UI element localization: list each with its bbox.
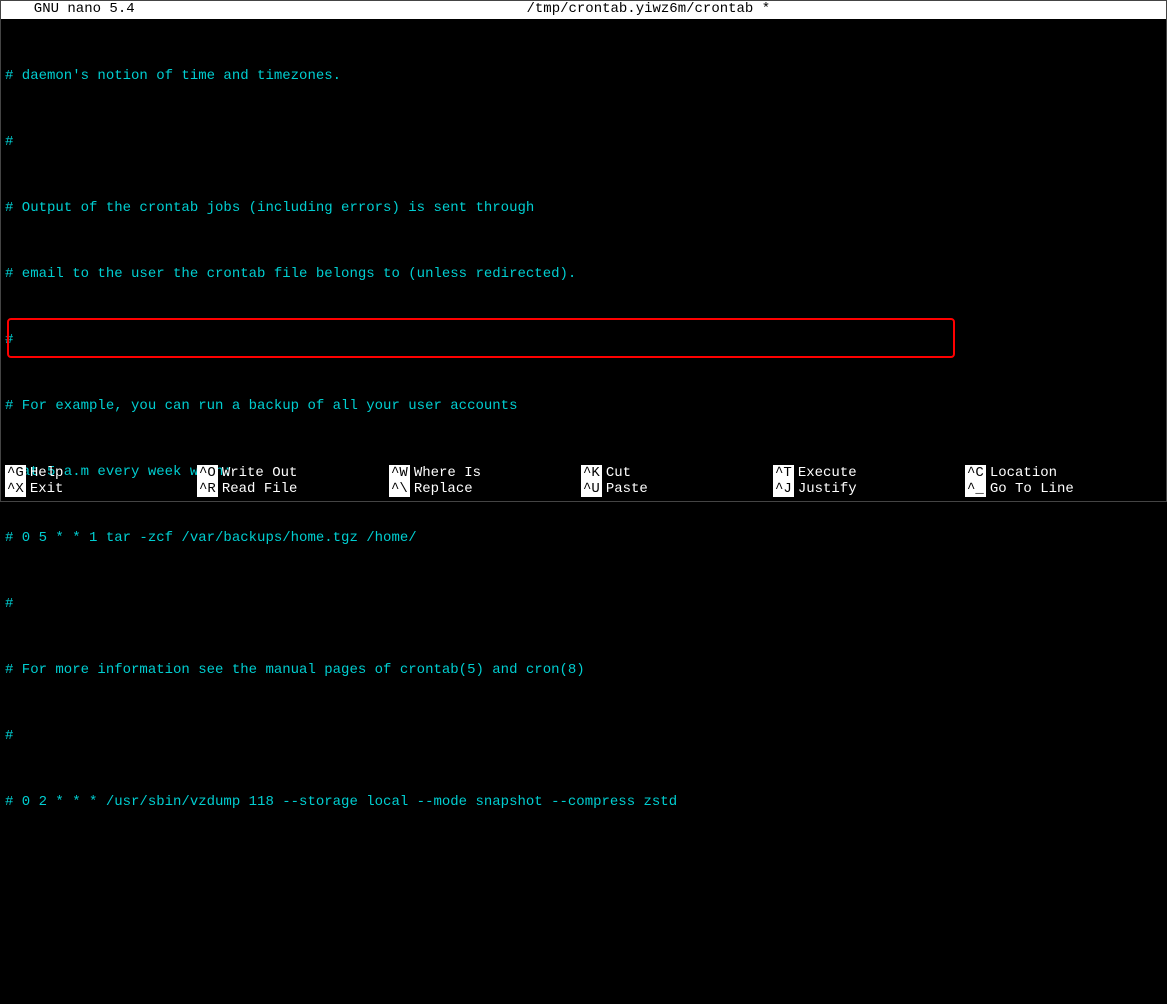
- shortcut-justify[interactable]: ^J Justify: [773, 481, 965, 497]
- key-label: ^J: [773, 481, 794, 497]
- action-label: Go To Line: [990, 481, 1074, 497]
- shortcut-readfile[interactable]: ^R Read File: [197, 481, 389, 497]
- text-line: [5, 923, 1162, 945]
- action-label: Help: [30, 465, 64, 481]
- key-label: ^C: [965, 465, 986, 481]
- text-line: #: [5, 329, 1162, 351]
- text-line: # email to the user the crontab file bel…: [5, 263, 1162, 285]
- action-label: Location: [990, 465, 1057, 481]
- shortcut-row-1: ^G Help ^O Write Out ^W Where Is ^K Cut …: [5, 465, 1162, 481]
- editor-content[interactable]: # daemon's notion of time and timezones.…: [1, 19, 1166, 1004]
- action-label: Write Out: [222, 465, 298, 481]
- action-label: Read File: [222, 481, 298, 497]
- text-line: #: [5, 593, 1162, 615]
- shortcut-execute[interactable]: ^T Execute: [773, 465, 965, 481]
- text-line: # daemon's notion of time and timezones.: [5, 65, 1162, 87]
- key-label: ^_: [965, 481, 986, 497]
- text-line: #: [5, 131, 1162, 153]
- key-label: ^K: [581, 465, 602, 481]
- shortcut-row-2: ^X Exit ^R Read File ^\ Replace ^U Paste…: [5, 481, 1162, 497]
- key-label: ^\: [389, 481, 410, 497]
- action-label: Justify: [798, 481, 857, 497]
- shortcut-writeout[interactable]: ^O Write Out: [197, 465, 389, 481]
- text-line: # For example, you can run a backup of a…: [5, 395, 1162, 417]
- key-label: ^O: [197, 465, 218, 481]
- text-line: # Output of the crontab jobs (including …: [5, 197, 1162, 219]
- text-line: # 0 5 * * 1 tar -zcf /var/backups/home.t…: [5, 527, 1162, 549]
- app-name: GNU nano 5.4: [5, 1, 135, 19]
- file-path: /tmp/crontab.yiwz6m/crontab *: [135, 1, 1162, 19]
- shortcut-cut[interactable]: ^K Cut: [581, 465, 773, 481]
- key-label: ^W: [389, 465, 410, 481]
- text-line: [5, 857, 1162, 879]
- text-line: # 0 2 * * * /usr/sbin/vzdump 118 --stora…: [5, 791, 1162, 813]
- key-label: ^X: [5, 481, 26, 497]
- shortcut-bar: ^G Help ^O Write Out ^W Where Is ^K Cut …: [1, 465, 1166, 497]
- action-label: Paste: [606, 481, 648, 497]
- key-label: ^G: [5, 465, 26, 481]
- key-label: ^T: [773, 465, 794, 481]
- shortcut-paste[interactable]: ^U Paste: [581, 481, 773, 497]
- text-line: #: [5, 725, 1162, 747]
- key-label: ^U: [581, 481, 602, 497]
- shortcut-replace[interactable]: ^\ Replace: [389, 481, 581, 497]
- shortcut-location[interactable]: ^C Location: [965, 465, 1157, 481]
- nano-header: GNU nano 5.4 /tmp/crontab.yiwz6m/crontab…: [1, 1, 1166, 19]
- key-label: ^R: [197, 481, 218, 497]
- action-label: Replace: [414, 481, 473, 497]
- action-label: Execute: [798, 465, 857, 481]
- action-label: Exit: [30, 481, 64, 497]
- shortcut-help[interactable]: ^G Help: [5, 465, 197, 481]
- text-line: # For more information see the manual pa…: [5, 659, 1162, 681]
- shortcut-exit[interactable]: ^X Exit: [5, 481, 197, 497]
- shortcut-gotoline[interactable]: ^_ Go To Line: [965, 481, 1157, 497]
- action-label: Where Is: [414, 465, 481, 481]
- action-label: Cut: [606, 465, 631, 481]
- shortcut-whereis[interactable]: ^W Where Is: [389, 465, 581, 481]
